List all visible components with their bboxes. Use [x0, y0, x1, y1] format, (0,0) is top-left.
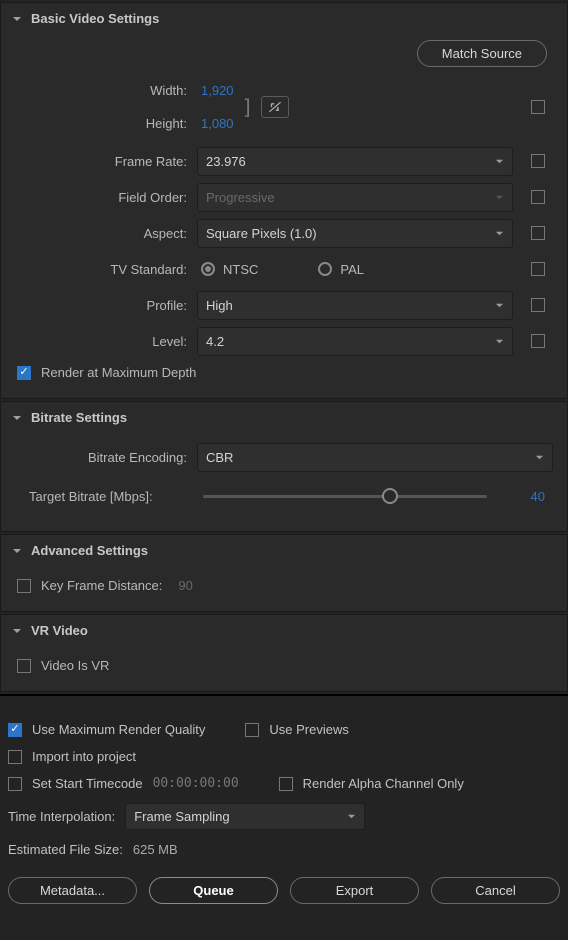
use-previews-label: Use Previews: [269, 722, 348, 737]
import-project-label: Import into project: [32, 749, 136, 764]
pal-radio[interactable]: PAL: [318, 262, 364, 277]
target-bitrate-value[interactable]: 40: [503, 489, 553, 504]
frame-rate-label: Frame Rate:: [29, 154, 187, 169]
chevron-down-icon[interactable]: [11, 13, 23, 25]
vr-video-panel: VR Video Video Is VR: [0, 614, 568, 692]
section-title: Bitrate Settings: [31, 410, 127, 425]
render-max-depth-checkbox[interactable]: [17, 366, 31, 380]
level-label: Level:: [29, 334, 187, 349]
target-bitrate-slider[interactable]: [203, 495, 487, 498]
chevron-down-icon: [535, 450, 544, 465]
dimensions-checkbox[interactable]: [531, 100, 545, 114]
frame-rate-checkbox[interactable]: [531, 154, 545, 168]
chevron-down-icon: [495, 298, 504, 313]
height-value[interactable]: 1,080: [201, 116, 234, 131]
time-interpolation-label: Time Interpolation:: [8, 809, 115, 824]
set-start-tc-checkbox[interactable]: [8, 777, 22, 791]
chevron-down-icon: [495, 154, 504, 169]
field-order-dropdown[interactable]: Progressive: [197, 183, 513, 212]
bitrate-encoding-label: Bitrate Encoding:: [29, 450, 187, 465]
target-bitrate-label: Target Bitrate [Mbps]:: [29, 489, 187, 504]
field-order-label: Field Order:: [29, 190, 187, 205]
unlink-icon[interactable]: [261, 96, 289, 118]
profile-checkbox[interactable]: [531, 298, 545, 312]
aspect-checkbox[interactable]: [531, 226, 545, 240]
level-checkbox[interactable]: [531, 334, 545, 348]
width-value[interactable]: 1,920: [201, 83, 234, 98]
max-render-quality-checkbox[interactable]: [8, 723, 22, 737]
width-label: Width:: [29, 83, 187, 98]
aspect-label: Aspect:: [29, 226, 187, 241]
link-bracket: ]: [242, 97, 251, 117]
tv-standard-label: TV Standard:: [29, 262, 187, 277]
key-frame-distance-value: 90: [178, 578, 192, 593]
section-title: VR Video: [31, 623, 88, 638]
slider-thumb[interactable]: [382, 488, 398, 504]
aspect-dropdown[interactable]: Square Pixels (1.0): [197, 219, 513, 248]
chevron-down-icon: [347, 809, 356, 824]
field-order-checkbox[interactable]: [531, 190, 545, 204]
section-title: Advanced Settings: [31, 543, 148, 558]
ntsc-radio[interactable]: NTSC: [201, 262, 258, 277]
render-alpha-label: Render Alpha Channel Only: [303, 776, 464, 791]
export-button[interactable]: Export: [290, 877, 419, 904]
basic-video-settings-panel: Basic Video Settings Match Source Width:…: [0, 2, 568, 399]
radio-dot-icon: [201, 262, 215, 276]
tv-standard-radios: NTSC PAL: [197, 262, 513, 277]
import-project-checkbox[interactable]: [8, 750, 22, 764]
chevron-down-icon: [495, 334, 504, 349]
profile-dropdown[interactable]: High: [197, 291, 513, 320]
tv-standard-checkbox[interactable]: [531, 262, 545, 276]
chevron-down-icon[interactable]: [11, 625, 23, 637]
radio-dot-icon: [318, 262, 332, 276]
bitrate-encoding-dropdown[interactable]: CBR: [197, 443, 553, 472]
max-render-quality-label: Use Maximum Render Quality: [32, 722, 205, 737]
set-start-tc-label: Set Start Timecode: [32, 776, 143, 791]
metadata-button[interactable]: Metadata...: [8, 877, 137, 904]
bitrate-settings-panel: Bitrate Settings Bitrate Encoding: CBR T…: [0, 401, 568, 532]
video-is-vr-checkbox[interactable]: [17, 659, 31, 673]
advanced-settings-panel: Advanced Settings Key Frame Distance: 90: [0, 534, 568, 612]
estimated-size-value: 625 MB: [133, 842, 178, 857]
video-is-vr-label: Video Is VR: [41, 658, 109, 673]
chevron-down-icon[interactable]: [11, 412, 23, 424]
time-interpolation-dropdown[interactable]: Frame Sampling: [125, 803, 365, 830]
estimated-size-label: Estimated File Size:: [8, 842, 123, 857]
chevron-down-icon: [495, 226, 504, 241]
render-alpha-checkbox[interactable]: [279, 777, 293, 791]
section-title: Basic Video Settings: [31, 11, 159, 26]
use-previews-checkbox[interactable]: [245, 723, 259, 737]
key-frame-distance-label: Key Frame Distance:: [41, 578, 162, 593]
key-frame-distance-checkbox[interactable]: [17, 579, 31, 593]
queue-button[interactable]: Queue: [149, 877, 278, 904]
start-timecode-value[interactable]: 00:00:00:00: [153, 776, 239, 791]
chevron-down-icon: [495, 190, 504, 205]
level-dropdown[interactable]: 4.2: [197, 327, 513, 356]
height-label: Height:: [29, 116, 187, 131]
export-footer: Use Maximum Render Quality Use Previews …: [0, 694, 568, 918]
render-max-depth-label: Render at Maximum Depth: [41, 365, 196, 380]
chevron-down-icon[interactable]: [11, 545, 23, 557]
profile-label: Profile:: [29, 298, 187, 313]
frame-rate-dropdown[interactable]: 23.976: [197, 147, 513, 176]
cancel-button[interactable]: Cancel: [431, 877, 560, 904]
match-source-button[interactable]: Match Source: [417, 40, 547, 67]
